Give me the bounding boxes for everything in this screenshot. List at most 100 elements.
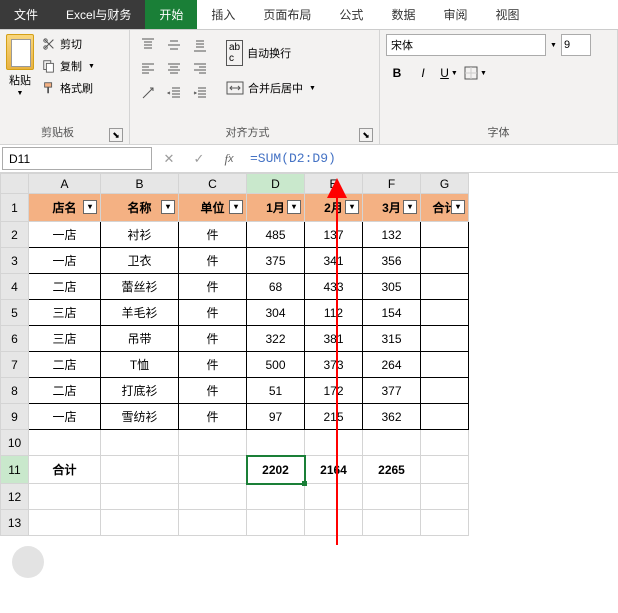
row-header-8[interactable]: 8 bbox=[1, 378, 29, 404]
row-header-5[interactable]: 5 bbox=[1, 300, 29, 326]
data-cell[interactable]: 件 bbox=[179, 248, 247, 274]
table-header-cell[interactable]: 3月▾ bbox=[363, 194, 421, 222]
indent-decrease-button[interactable] bbox=[162, 82, 186, 104]
data-cell[interactable] bbox=[421, 352, 469, 378]
copy-button[interactable]: 复制▼ bbox=[38, 56, 99, 76]
table-header-cell[interactable]: 1月▾ bbox=[247, 194, 305, 222]
empty-cell[interactable] bbox=[421, 484, 469, 510]
filter-dropdown-icon[interactable]: ▾ bbox=[451, 200, 465, 214]
data-cell[interactable]: 315 bbox=[363, 326, 421, 352]
data-cell[interactable]: 485 bbox=[247, 222, 305, 248]
col-header-B[interactable]: B bbox=[101, 174, 179, 194]
align-middle-button[interactable] bbox=[162, 34, 186, 56]
row-header-7[interactable]: 7 bbox=[1, 352, 29, 378]
data-cell[interactable] bbox=[421, 378, 469, 404]
data-cell[interactable]: 蕾丝衫 bbox=[101, 274, 179, 300]
data-cell[interactable]: 341 bbox=[305, 248, 363, 274]
data-cell[interactable]: 215 bbox=[305, 404, 363, 430]
data-cell[interactable]: 三店 bbox=[29, 300, 101, 326]
empty-cell[interactable] bbox=[421, 430, 469, 456]
data-cell[interactable]: 二店 bbox=[29, 352, 101, 378]
menu-tab-8[interactable]: 视图 bbox=[481, 0, 533, 29]
row-header-11[interactable]: 11 bbox=[1, 456, 29, 484]
col-header-A[interactable]: A bbox=[29, 174, 101, 194]
data-cell[interactable]: 137 bbox=[305, 222, 363, 248]
empty-cell[interactable] bbox=[305, 510, 363, 536]
data-cell[interactable]: 264 bbox=[363, 352, 421, 378]
data-cell[interactable]: 卫衣 bbox=[101, 248, 179, 274]
data-cell[interactable]: 件 bbox=[179, 274, 247, 300]
data-cell[interactable] bbox=[421, 248, 469, 274]
row-header-10[interactable]: 10 bbox=[1, 430, 29, 456]
menu-tab-4[interactable]: 页面布局 bbox=[249, 0, 325, 29]
data-cell[interactable]: T恤 bbox=[101, 352, 179, 378]
data-cell[interactable]: 一店 bbox=[29, 222, 101, 248]
empty-cell[interactable] bbox=[363, 484, 421, 510]
col-header-C[interactable]: C bbox=[179, 174, 247, 194]
total-cell[interactable]: 2265 bbox=[363, 456, 421, 484]
col-header-D[interactable]: D bbox=[247, 174, 305, 194]
confirm-icon[interactable]: ✓ bbox=[184, 151, 214, 167]
data-cell[interactable]: 件 bbox=[179, 352, 247, 378]
table-header-cell[interactable]: 名称▾ bbox=[101, 194, 179, 222]
italic-button[interactable]: I bbox=[412, 62, 434, 84]
row-header-9[interactable]: 9 bbox=[1, 404, 29, 430]
empty-cell[interactable] bbox=[305, 430, 363, 456]
underline-button[interactable]: U▼ bbox=[438, 62, 460, 84]
cut-button[interactable]: 剪切 bbox=[38, 34, 99, 54]
empty-cell[interactable] bbox=[421, 510, 469, 536]
data-cell[interactable]: 件 bbox=[179, 404, 247, 430]
empty-cell[interactable] bbox=[363, 430, 421, 456]
format-painter-button[interactable]: 格式刷 bbox=[38, 78, 99, 98]
empty-cell[interactable] bbox=[179, 430, 247, 456]
empty-cell[interactable] bbox=[29, 484, 101, 510]
empty-cell[interactable] bbox=[247, 510, 305, 536]
menu-tab-5[interactable]: 公式 bbox=[325, 0, 377, 29]
data-cell[interactable] bbox=[421, 222, 469, 248]
data-cell[interactable]: 一店 bbox=[29, 248, 101, 274]
col-header-E[interactable]: E bbox=[305, 174, 363, 194]
data-cell[interactable]: 二店 bbox=[29, 378, 101, 404]
row-header-4[interactable]: 4 bbox=[1, 274, 29, 300]
col-header-G[interactable]: G bbox=[421, 174, 469, 194]
row-header-1[interactable]: 1 bbox=[1, 194, 29, 222]
table-header-cell[interactable]: 单位▾ bbox=[179, 194, 247, 222]
align-top-button[interactable] bbox=[136, 34, 160, 56]
data-cell[interactable] bbox=[421, 326, 469, 352]
spreadsheet-grid[interactable]: ABCDEFG1店名▾名称▾单位▾1月▾2月▾3月▾合计▾2一店衬衫件48513… bbox=[0, 173, 469, 536]
table-header-cell[interactable]: 店名▾ bbox=[29, 194, 101, 222]
data-cell[interactable]: 172 bbox=[305, 378, 363, 404]
data-cell[interactable]: 件 bbox=[179, 326, 247, 352]
data-cell[interactable]: 雪纺衫 bbox=[101, 404, 179, 430]
data-cell[interactable]: 三店 bbox=[29, 326, 101, 352]
table-header-cell[interactable]: 2月▾ bbox=[305, 194, 363, 222]
data-cell[interactable]: 一店 bbox=[29, 404, 101, 430]
empty-cell[interactable] bbox=[305, 484, 363, 510]
data-cell[interactable]: 打底衫 bbox=[101, 378, 179, 404]
data-cell[interactable]: 373 bbox=[305, 352, 363, 378]
align-bottom-button[interactable] bbox=[188, 34, 212, 56]
cancel-icon[interactable]: ✕ bbox=[154, 151, 184, 167]
data-cell[interactable] bbox=[421, 274, 469, 300]
row-header-13[interactable]: 13 bbox=[1, 510, 29, 536]
total-label-cell[interactable]: 合计 bbox=[29, 456, 101, 484]
empty-cell[interactable] bbox=[101, 456, 179, 484]
data-cell[interactable]: 304 bbox=[247, 300, 305, 326]
filter-dropdown-icon[interactable]: ▾ bbox=[287, 200, 301, 214]
data-cell[interactable]: 500 bbox=[247, 352, 305, 378]
data-cell[interactable]: 羊毛衫 bbox=[101, 300, 179, 326]
row-header-6[interactable]: 6 bbox=[1, 326, 29, 352]
menu-tab-3[interactable]: 插入 bbox=[197, 0, 249, 29]
align-left-button[interactable] bbox=[136, 58, 160, 80]
orientation-button[interactable] bbox=[136, 82, 160, 104]
data-cell[interactable]: 件 bbox=[179, 222, 247, 248]
data-cell[interactable]: 322 bbox=[247, 326, 305, 352]
data-cell[interactable]: 132 bbox=[363, 222, 421, 248]
data-cell[interactable]: 68 bbox=[247, 274, 305, 300]
empty-cell[interactable] bbox=[29, 510, 101, 536]
data-cell[interactable]: 375 bbox=[247, 248, 305, 274]
font-size-select[interactable] bbox=[561, 34, 591, 56]
border-button[interactable]: ▼ bbox=[464, 62, 487, 84]
empty-cell[interactable] bbox=[421, 456, 469, 484]
menu-tab-2[interactable]: 开始 bbox=[145, 0, 197, 29]
